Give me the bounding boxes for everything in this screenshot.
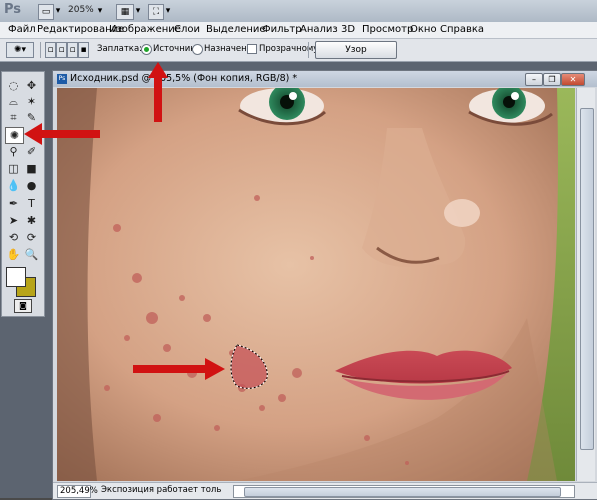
chevron-down-icon[interactable]: ▾ <box>164 4 172 18</box>
close-icon[interactable]: ✕ <box>561 73 585 86</box>
document-ps-badge: Ps <box>57 74 67 84</box>
blur-icon[interactable]: 💧 <box>5 178 22 193</box>
arrow-up-icon <box>148 62 168 122</box>
quick-mask-icon[interactable]: ◙ <box>14 299 32 313</box>
patch-tool-icon[interactable]: ✺ <box>5 127 24 144</box>
destination-radio[interactable] <box>192 44 203 55</box>
restore-icon[interactable]: ❐ <box>543 73 561 86</box>
3d-orbit-icon[interactable]: ⟳ <box>23 230 40 245</box>
toolbox: ◌ ✥ ⌓ ✶ ⌗ ✎ ✺ ✏ ⚲ ✐ ◫ ■ 💧 ● ✒ T ➤ ✱ ⟲ ⟳ … <box>1 71 45 317</box>
minimize-icon[interactable]: – <box>525 73 543 86</box>
zoom-icon[interactable]: 🔍 <box>23 247 40 262</box>
bridge-icon[interactable]: ▭ <box>38 4 54 20</box>
menu-bar: Файл Редактирование Изображение Слои Выд… <box>0 22 597 39</box>
add-selection-icon[interactable]: ▫ <box>56 42 67 58</box>
status-text: Экспозиция работает только в ... <box>101 485 221 495</box>
menu-analysis[interactable]: Анализ <box>300 24 338 35</box>
photoshop-logo: Ps <box>4 2 22 17</box>
pen-icon[interactable]: ✒ <box>5 196 22 211</box>
chevron-down-icon[interactable]: ▾ <box>54 4 62 18</box>
polygon-lasso-icon[interactable]: ⌓ <box>5 94 22 109</box>
source-label: Источник <box>153 44 196 54</box>
menu-file[interactable]: Файл <box>8 24 36 35</box>
arrow-right-icon <box>133 358 225 380</box>
lasso-icon[interactable]: ◌ <box>5 78 22 93</box>
menu-window[interactable]: Окно <box>410 24 437 35</box>
divider <box>308 42 309 58</box>
intersect-selection-icon[interactable]: ▪ <box>78 42 89 58</box>
menu-layers[interactable]: Слои <box>174 24 200 35</box>
menu-image[interactable]: Изображение <box>109 24 181 35</box>
arrange-documents-icon[interactable]: ▦ <box>116 4 134 20</box>
clone-stamp-icon[interactable]: ⚲ <box>5 144 22 159</box>
3d-rotate-icon[interactable]: ⟲ <box>5 230 22 245</box>
dodge-icon[interactable]: ● <box>23 178 40 193</box>
subtract-selection-icon[interactable]: ▫ <box>67 42 78 58</box>
vertical-scrollbar[interactable] <box>576 88 595 481</box>
magic-wand-icon[interactable]: ✶ <box>23 94 40 109</box>
patch-label: Заплатка: <box>97 44 143 54</box>
foreground-color[interactable] <box>6 267 26 287</box>
source-radio[interactable] <box>141 44 152 55</box>
gradient-icon[interactable]: ■ <box>23 161 40 176</box>
path-selection-icon[interactable]: ➤ <box>5 213 22 228</box>
move-icon[interactable]: ✥ <box>23 78 40 93</box>
document-title-bar[interactable]: Ps Исходник.psd @ 205,5% (Фон копия, RGB… <box>53 71 597 87</box>
shape-icon[interactable]: ✱ <box>23 213 40 228</box>
transparent-checkbox[interactable] <box>247 44 257 54</box>
document-title: Исходник.psd @ 205,5% (Фон копия, RGB/8)… <box>70 73 298 84</box>
chevron-down-icon[interactable]: ▾ <box>134 4 142 18</box>
options-bar: ✺▾ ▫ ▫ ▫ ▪ Заплатка: Источник Назначение… <box>0 39 597 99</box>
history-brush-icon[interactable]: ✐ <box>23 144 40 159</box>
crop-icon[interactable]: ⌗ <box>5 110 22 125</box>
app-bar: Ps ▭ ▾ 205% ▾ ▦ ▾ ⛶ ▾ <box>0 0 597 22</box>
new-selection-icon[interactable]: ▫ <box>45 42 56 58</box>
face-photo <box>57 88 575 481</box>
menu-3d[interactable]: 3D <box>341 24 355 35</box>
divider <box>40 42 41 58</box>
screen-mode-icon[interactable]: ⛶ <box>148 4 164 20</box>
transparent-label: Прозрачному <box>259 44 319 54</box>
status-bar: 205,49% Экспозиция работает только в ... <box>53 482 597 499</box>
hand-icon[interactable]: ✋ <box>5 247 22 262</box>
type-icon[interactable]: T <box>23 196 40 211</box>
document-window: Ps Исходник.psd @ 205,5% (Фон копия, RGB… <box>52 70 597 500</box>
menu-filter[interactable]: Фильтр <box>262 24 302 35</box>
scrollbar-thumb[interactable] <box>580 108 594 450</box>
zoom-field[interactable]: 205,49% <box>57 485 98 498</box>
image-canvas[interactable] <box>57 88 575 481</box>
patch-tool-preset-icon[interactable]: ✺▾ <box>6 42 34 58</box>
horizontal-scrollbar[interactable] <box>233 485 575 498</box>
arrow-left-icon <box>24 123 100 145</box>
menu-help[interactable]: Справка <box>440 24 484 35</box>
scrollbar-thumb[interactable] <box>244 487 561 497</box>
zoom-level[interactable]: 205% <box>68 5 94 15</box>
use-pattern-button[interactable]: Узор <box>315 41 397 59</box>
eraser-icon[interactable]: ◫ <box>5 161 22 176</box>
menu-select[interactable]: Выделение <box>206 24 266 35</box>
menu-view[interactable]: Просмотр <box>362 24 413 35</box>
chevron-down-icon[interactable]: ▾ <box>96 4 104 18</box>
